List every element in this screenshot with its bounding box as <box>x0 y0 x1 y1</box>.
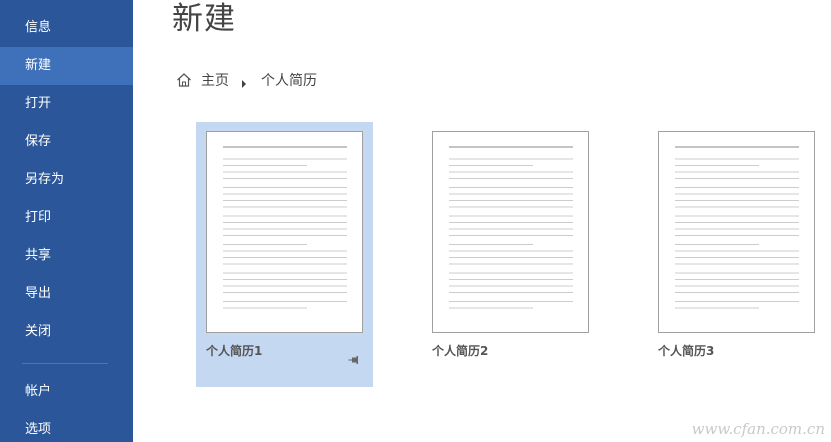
breadcrumb-home-link[interactable]: 主页 <box>201 70 229 90</box>
sidebar-item-print[interactable]: 打印 <box>0 199 133 237</box>
sidebar-item-save-as[interactable]: 另存为 <box>0 161 133 199</box>
breadcrumb: 主页 个人简历 <box>176 70 317 90</box>
sidebar-item-close[interactable]: 关闭 <box>0 313 133 351</box>
sidebar-item-info[interactable]: 信息 <box>0 9 133 47</box>
template-thumbnail <box>658 131 815 333</box>
sidebar-item-options[interactable]: 选项 <box>0 411 133 442</box>
template-card[interactable]: 个人简历3 <box>648 122 825 387</box>
sidebar-item-save[interactable]: 保存 <box>0 123 133 161</box>
template-card[interactable]: 个人简历2 <box>422 122 599 387</box>
backstage-sidebar: 信息 新建 打开 保存 另存为 打印 共享 导出 关闭 帐户 选项 <box>0 0 133 442</box>
sidebar-item-account[interactable]: 帐户 <box>0 373 133 411</box>
watermark-text: www.cfan.com.cn <box>691 420 825 438</box>
sidebar-item-export[interactable]: 导出 <box>0 275 133 313</box>
pin-icon[interactable] <box>348 350 360 364</box>
template-card[interactable]: 个人简历1 <box>196 122 373 387</box>
template-thumbnail <box>206 131 363 333</box>
sidebar-item-share[interactable]: 共享 <box>0 237 133 275</box>
template-thumbnail <box>432 131 589 333</box>
sidebar-item-new[interactable]: 新建 <box>0 47 133 85</box>
sidebar-divider <box>22 363 108 364</box>
template-label: 个人简历1 <box>206 344 263 358</box>
home-icon[interactable] <box>176 72 192 88</box>
backstage-view: 信息 新建 打开 保存 另存为 打印 共享 导出 关闭 帐户 选项 新建 主页 … <box>0 0 831 442</box>
chevron-right-icon <box>241 76 247 88</box>
breadcrumb-current: 个人简历 <box>261 73 317 89</box>
template-label: 个人简历3 <box>658 344 715 358</box>
sidebar-item-open[interactable]: 打开 <box>0 85 133 123</box>
template-label: 个人简历2 <box>432 344 489 358</box>
page-title: 新建 <box>172 1 236 37</box>
